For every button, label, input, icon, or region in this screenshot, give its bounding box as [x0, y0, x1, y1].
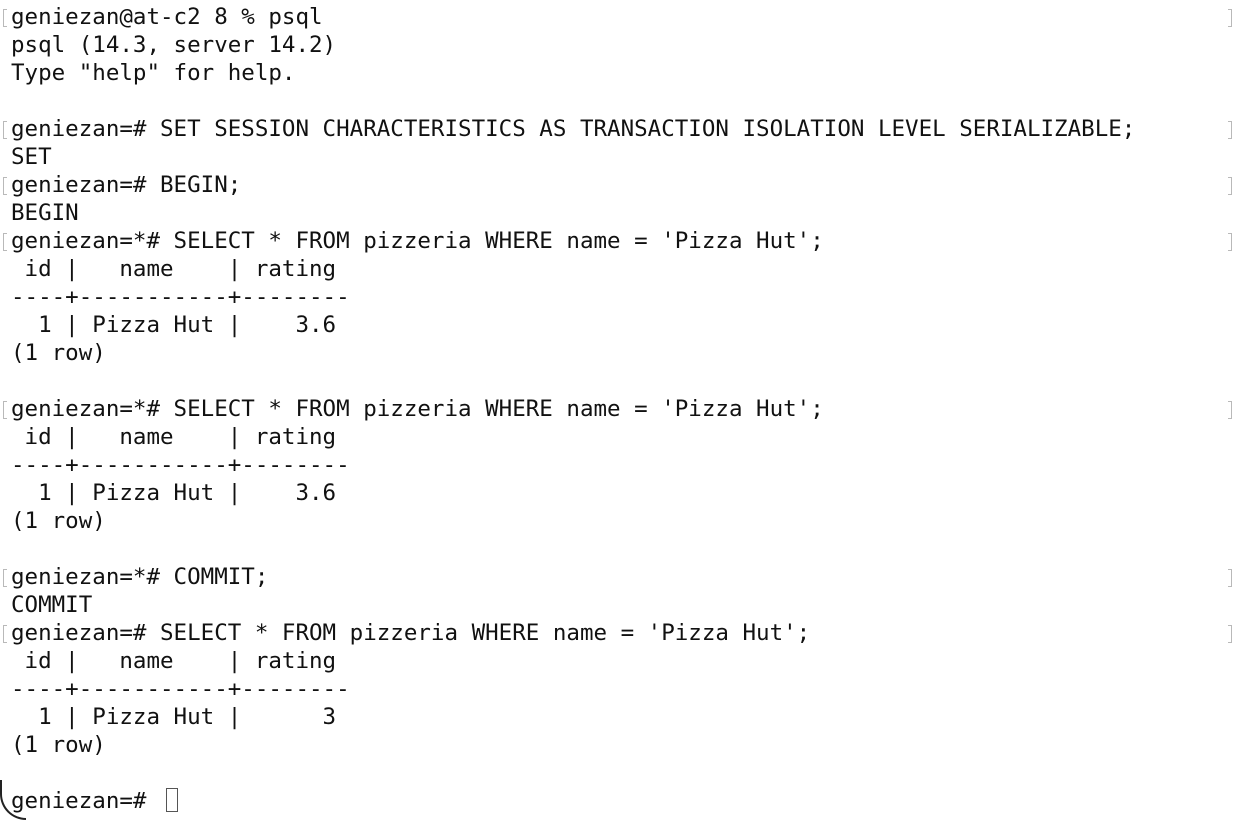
- text-cursor: [166, 788, 179, 812]
- command-mark-left: [3, 625, 7, 643]
- help-hint-line: Type "help" for help.: [11, 60, 296, 86]
- window-corner-edge: [0, 780, 26, 820]
- select-command-2: geniezan=*# SELECT * FROM pizzeria WHERE…: [11, 396, 824, 422]
- result-separator-2: ----+-----------+--------: [11, 452, 350, 478]
- result-row-2: 1 | Pizza Hut | 3.6: [11, 480, 337, 506]
- select-command-3: geniezan=# SELECT * FROM pizzeria WHERE …: [11, 620, 811, 646]
- command-mark-left: [3, 569, 7, 587]
- result-separator-1: ----+-----------+--------: [11, 284, 350, 310]
- result-header-2: id | name | rating: [11, 424, 337, 450]
- begin-result-line: BEGIN: [11, 200, 79, 226]
- commit-result-line: COMMIT: [11, 592, 93, 618]
- row-count-2: (1 row): [11, 508, 106, 534]
- commit-command: geniezan=*# COMMIT;: [11, 564, 269, 590]
- command-mark-left: [3, 9, 7, 27]
- terminal-output: geniezan@at-c2 8 % psql psql (14.3, serv…: [11, 3, 1211, 815]
- shell-command-line: geniezan@at-c2 8 % psql: [11, 4, 323, 30]
- row-count-3: (1 row): [11, 732, 106, 758]
- command-mark-left: [3, 177, 7, 195]
- command-mark-right: [1228, 177, 1232, 195]
- command-mark-right: [1228, 569, 1232, 587]
- result-row-1: 1 | Pizza Hut | 3.6: [11, 312, 337, 338]
- result-row-3: 1 | Pizza Hut | 3: [11, 704, 337, 730]
- set-result-line: SET: [11, 144, 52, 170]
- result-header-3: id | name | rating: [11, 648, 337, 674]
- begin-command: geniezan=# BEGIN;: [11, 172, 242, 198]
- result-separator-3: ----+-----------+--------: [11, 676, 350, 702]
- current-prompt-line[interactable]: geniezan=#: [11, 787, 1211, 815]
- command-mark-right: [1228, 233, 1232, 251]
- result-header-1: id | name | rating: [11, 256, 337, 282]
- psql-version-line: psql (14.3, server 14.2): [11, 32, 337, 58]
- command-mark-right: [1228, 625, 1232, 643]
- current-prompt: geniezan=#: [11, 788, 161, 814]
- terminal-window[interactable]: geniezan@at-c2 8 % psql psql (14.3, serv…: [0, 0, 1236, 820]
- command-mark-left: [3, 401, 7, 419]
- command-mark-right: [1228, 9, 1232, 27]
- command-mark-right: [1228, 121, 1232, 139]
- command-mark-left: [3, 233, 7, 251]
- command-mark-left: [3, 121, 7, 139]
- set-isolation-command: geniezan=# SET SESSION CHARACTERISTICS A…: [11, 116, 1136, 142]
- select-command-1: geniezan=*# SELECT * FROM pizzeria WHERE…: [11, 228, 824, 254]
- command-mark-right: [1228, 401, 1232, 419]
- row-count-1: (1 row): [11, 340, 106, 366]
